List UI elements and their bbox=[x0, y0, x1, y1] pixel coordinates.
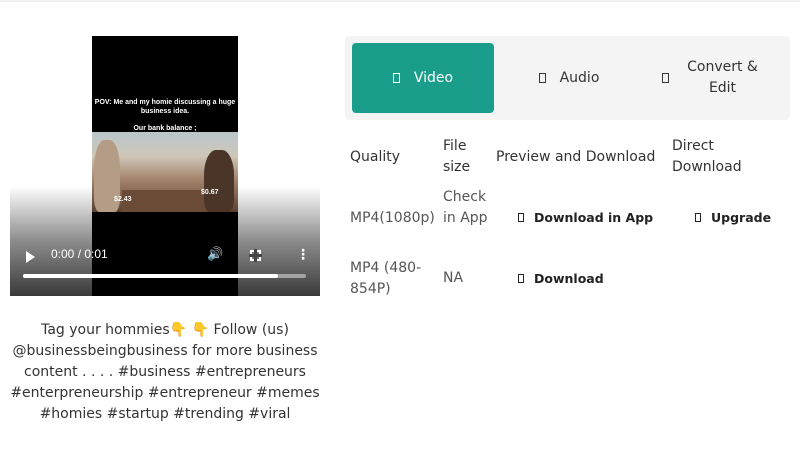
video-price-left: $2.43 bbox=[114, 196, 132, 203]
video-icon bbox=[392, 73, 400, 83]
tab-convert-label: Convert & Edit bbox=[687, 59, 758, 96]
post-caption: Tag your hommies👇 👇 Follow (us) @busines… bbox=[10, 322, 320, 422]
progress-buffered bbox=[23, 274, 278, 278]
download-in-app-button[interactable]: Download in App bbox=[518, 210, 653, 225]
top-divider bbox=[0, 0, 800, 2]
tab-video[interactable]: Video bbox=[352, 43, 494, 113]
tab-audio[interactable]: Audio bbox=[505, 43, 633, 113]
download-in-app-label: Download in App bbox=[534, 210, 654, 225]
video-price-right: $0.67 bbox=[201, 189, 219, 196]
tab-convert-edit[interactable]: Convert & Edit bbox=[641, 43, 783, 113]
download-icon bbox=[518, 274, 524, 283]
upgrade-button[interactable]: Upgrade bbox=[695, 210, 771, 225]
more-options-icon[interactable]: ⋮ bbox=[296, 248, 310, 262]
video-overlay-caption: POV: Me and my homie discussing a huge b… bbox=[94, 99, 236, 115]
audio-icon bbox=[538, 73, 546, 83]
format-tabs: Video Audio Convert & Edit bbox=[345, 36, 790, 120]
tab-audio-label: Audio bbox=[559, 70, 600, 86]
header-preview-download: Preview and Download bbox=[496, 149, 656, 165]
row1-quality: MP4(1080p) bbox=[350, 210, 435, 226]
upgrade-label: Upgrade bbox=[711, 210, 772, 225]
fullscreen-icon[interactable] bbox=[249, 249, 262, 262]
download-button[interactable]: Download bbox=[518, 271, 604, 286]
header-file-size: File size bbox=[443, 138, 471, 175]
upgrade-icon bbox=[695, 213, 701, 222]
player-controls: 0:00 / 0:01 🔊 ⋮ bbox=[10, 241, 320, 296]
video-player[interactable]: POV: Me and my homie discussing a huge b… bbox=[10, 36, 320, 296]
playback-time: 0:00 / 0:01 bbox=[51, 247, 108, 261]
play-icon[interactable] bbox=[26, 251, 35, 263]
download-label: Download bbox=[534, 271, 604, 286]
row1-file-size: Check in App bbox=[443, 189, 488, 226]
tab-video-label: Video bbox=[413, 70, 454, 86]
scene-person-right bbox=[204, 150, 234, 212]
convert-icon bbox=[661, 73, 669, 83]
download-icon bbox=[518, 213, 524, 222]
header-quality: Quality bbox=[350, 149, 401, 165]
volume-icon[interactable]: 🔊 bbox=[207, 248, 223, 262]
header-direct-download: Direct Download bbox=[672, 138, 742, 175]
row2-quality: MP4 (480-854P) bbox=[350, 260, 422, 297]
progress-bar[interactable] bbox=[23, 274, 306, 278]
row2-file-size: NA bbox=[443, 270, 464, 286]
scene-table bbox=[122, 190, 206, 212]
